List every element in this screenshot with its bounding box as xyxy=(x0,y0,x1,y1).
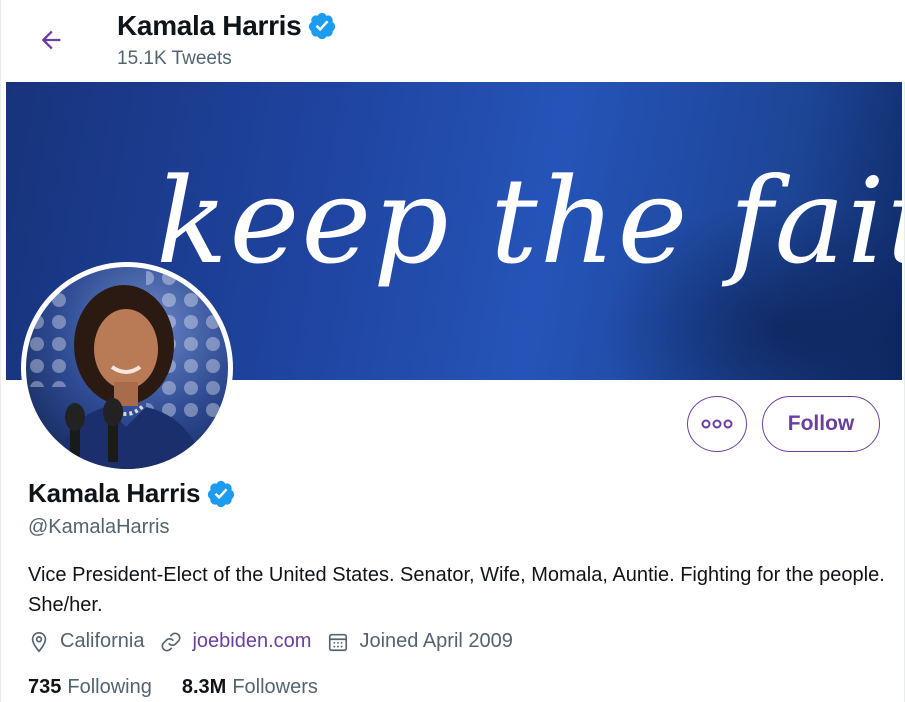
website-link[interactable]: joebiden.com xyxy=(192,630,311,653)
website-item: joebiden.com xyxy=(160,630,311,653)
banner-script: keep the faith! xyxy=(156,152,902,290)
more-options-button[interactable] xyxy=(687,396,747,452)
calendar-icon xyxy=(329,633,348,651)
tweets-count: 15.1K Tweets xyxy=(117,48,232,69)
banner-text: keep the faith! xyxy=(156,152,902,290)
back-button[interactable] xyxy=(31,20,71,60)
profile-name: Kamala Harris xyxy=(28,478,201,508)
following-count: 735 xyxy=(28,676,62,698)
profile-page: Kamala Harris 15.1K Tweets keep the fait… xyxy=(0,0,905,702)
profile-banner[interactable]: keep the faith! xyxy=(6,82,902,380)
profile-bio: Vice President-Elect of the United State… xyxy=(28,564,885,616)
joined-item: Joined April 2009 xyxy=(327,630,513,653)
header-title: Kamala Harris xyxy=(117,10,337,42)
more-options-icon xyxy=(701,419,733,429)
followers-count: 8.3M xyxy=(181,676,227,698)
header-name: Kamala Harris xyxy=(117,10,302,41)
location-item: California xyxy=(28,630,144,653)
location-pin-icon xyxy=(31,631,47,652)
verified-badge-icon xyxy=(208,480,235,507)
verified-badge-icon xyxy=(309,12,336,40)
joined-text: Joined April 2009 xyxy=(359,630,513,652)
following-label: Following xyxy=(67,676,152,698)
follow-counts: 735 Following 8.3M Followers xyxy=(28,676,348,699)
followers-label: Followers xyxy=(232,676,318,698)
follow-button[interactable]: Follow xyxy=(762,396,880,452)
profile-header-bar: Kamala Harris 15.1K Tweets xyxy=(1,0,905,82)
arrow-left-icon xyxy=(41,30,61,50)
profile-meta: California joebiden.com Joined April 200… xyxy=(28,630,529,653)
following-link[interactable]: 735 Following xyxy=(28,676,152,699)
followers-link[interactable]: 8.3M Followers xyxy=(182,676,318,699)
profile-name-row: Kamala Harris xyxy=(28,478,236,509)
profile-handle: @KamalaHarris xyxy=(28,516,170,538)
location-text: California xyxy=(60,630,145,652)
link-icon xyxy=(161,632,181,651)
